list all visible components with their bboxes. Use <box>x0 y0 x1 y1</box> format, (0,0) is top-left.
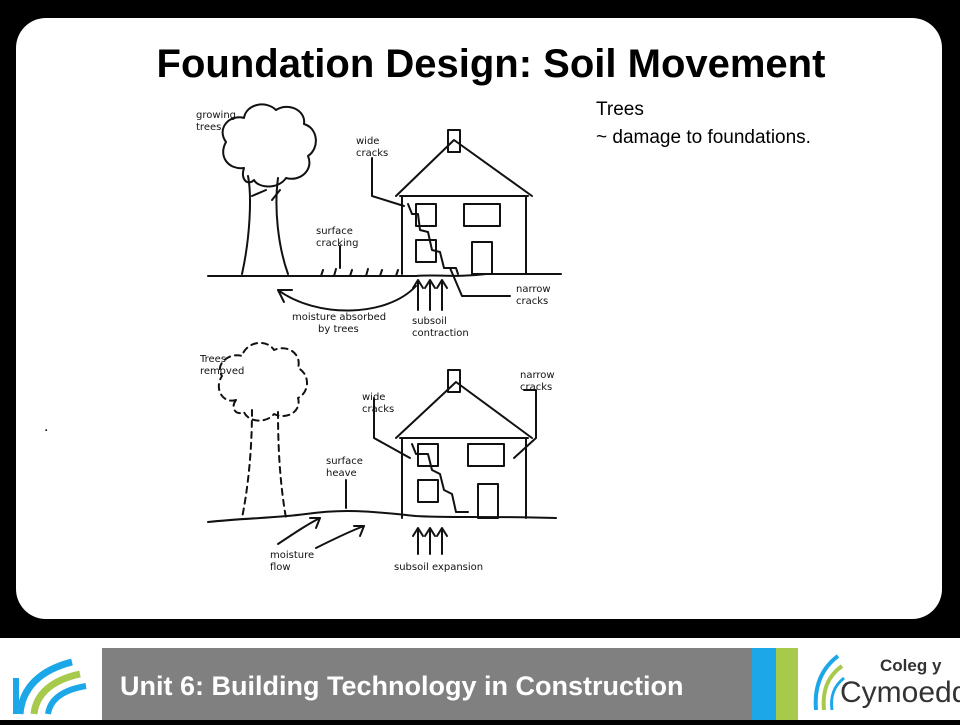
top-wide-cracks-pointer <box>371 157 405 207</box>
label-bottom-wide: wide <box>362 392 385 403</box>
label-moisture-absorbed: moisture absorbed <box>292 312 386 323</box>
label-trees: trees <box>196 122 221 133</box>
bottom-ground-line <box>207 509 557 523</box>
top-surface-cracks <box>320 268 399 277</box>
bottom-house-illustration <box>395 369 533 519</box>
moisture-flow-arrows <box>277 517 365 549</box>
label-surface-heave: surface <box>326 456 363 467</box>
label-growing: growing <box>196 110 236 121</box>
footer-unit-title: Unit 6: Building Technology in Construct… <box>120 671 684 701</box>
footer-logo-box-left <box>0 648 102 720</box>
label-moisture-flow: moisture <box>270 550 314 561</box>
footer-bar: Unit 6: Building Technology in Construct… <box>0 638 960 720</box>
footer-blue-stripe <box>752 648 776 720</box>
slide-panel: Foundation Design: Soil Movement Trees ~… <box>16 18 942 619</box>
label-bottom-narrow-cracks: cracks <box>520 382 552 393</box>
label-subsoil-expansion: subsoil expansion <box>394 562 483 573</box>
footer-green-stripe <box>776 648 798 720</box>
top-house-illustration <box>395 129 533 275</box>
top-narrow-cracks-pointer <box>449 267 511 297</box>
bottom-narrow-cracks-pointer <box>513 389 537 459</box>
label-heave: heave <box>326 468 357 479</box>
label-bottom-cracks: cracks <box>362 404 394 415</box>
label-top-narrow-cracks: cracks <box>516 296 548 307</box>
label-cracking: cracking <box>316 238 359 249</box>
subsoil-expansion-arrows <box>412 527 448 555</box>
subsoil-contraction-arrows <box>412 279 448 311</box>
label-trees-removed: Trees <box>199 354 226 365</box>
label-removed: removed <box>200 366 244 377</box>
label-top-narrow: narrow <box>516 284 551 295</box>
label-by-trees: by trees <box>318 324 359 335</box>
label-subsoil: subsoil <box>412 316 447 327</box>
label-top-cracks: cracks <box>356 148 388 159</box>
label-top-wide: wide <box>356 136 379 147</box>
label-contraction: contraction <box>412 328 469 339</box>
label-bottom-narrow: narrow <box>520 370 555 381</box>
moisture-absorbed-arrow <box>277 285 417 312</box>
growing-tree-illustration <box>221 103 317 275</box>
label-surface: surface <box>316 226 353 237</box>
top-ground-line <box>207 273 562 277</box>
swoosh-logo-icon <box>13 658 87 715</box>
logo-cymoedd-text: Cymoedd <box>840 676 960 709</box>
label-flow: flow <box>270 562 291 573</box>
soil-movement-diagram: growing trees wide cracks surface cracki… <box>196 103 562 573</box>
logo-coleg-text: Coleg y <box>880 656 942 675</box>
